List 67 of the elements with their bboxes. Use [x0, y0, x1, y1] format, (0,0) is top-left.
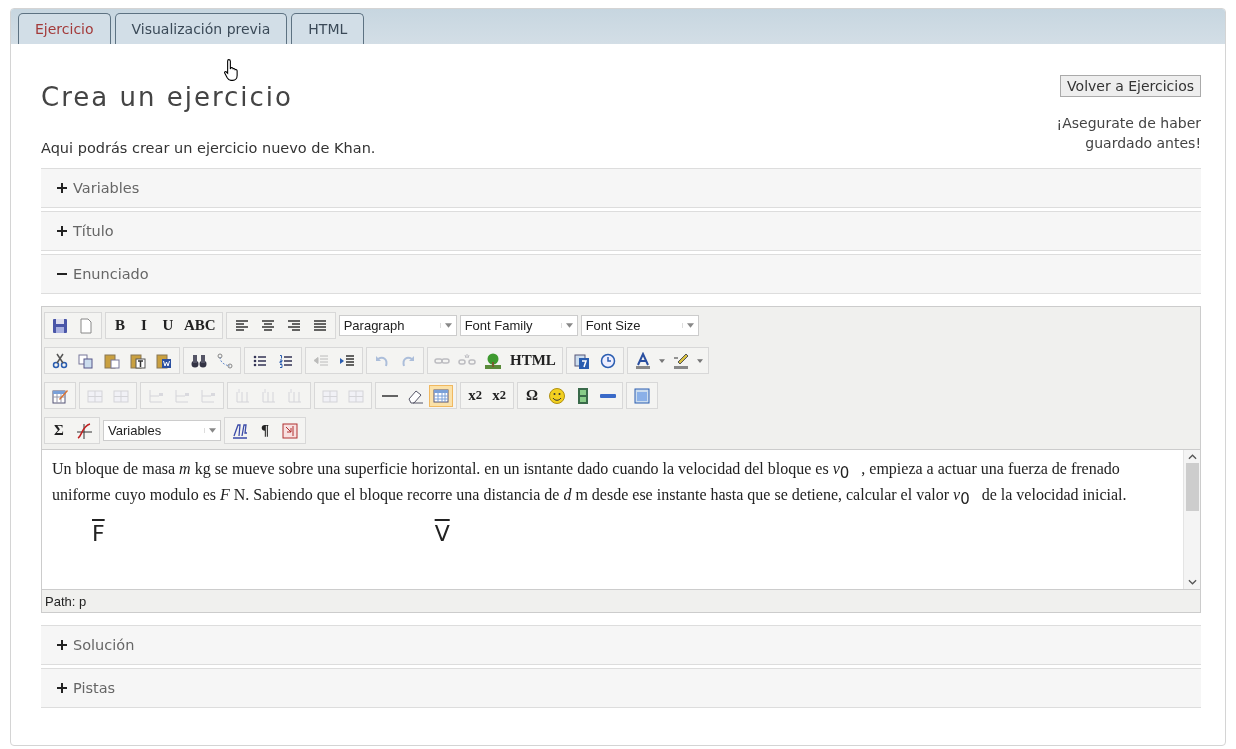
table-icon — [432, 386, 450, 405]
scrollbar[interactable] — [1183, 450, 1200, 589]
section-header[interactable]: Variables — [41, 168, 1201, 208]
scissors-icon — [51, 351, 69, 370]
tab[interactable]: Ejercicio — [18, 13, 111, 44]
plus-icon — [57, 683, 67, 693]
clipboard-icon — [129, 351, 147, 370]
table-columns-icon — [286, 386, 304, 405]
section-header[interactable]: Solución — [41, 625, 1201, 665]
table-columns-icon — [234, 386, 252, 405]
horizontal-line-icon — [382, 394, 398, 397]
tree-icon — [484, 351, 502, 370]
toolbar-button[interactable]: B — [109, 314, 131, 337]
highlighter-icon — [671, 351, 690, 370]
plus-icon — [57, 226, 67, 236]
clock-icon — [598, 351, 617, 370]
text-color-icon — [633, 351, 652, 370]
tab[interactable]: HTML — [291, 13, 365, 44]
calendar-icon — [572, 351, 591, 370]
dropdown[interactable]: Font Family — [459, 315, 578, 336]
toolbar-button[interactable]: Σ — [48, 419, 70, 442]
section-label: Solución — [73, 637, 135, 653]
clipboard-icon — [155, 351, 173, 370]
caret-icon — [560, 323, 573, 328]
toolbar-button[interactable]: I — [133, 314, 155, 337]
reminder-text: ¡Asegurate de haber guardado antes! — [1055, 114, 1201, 153]
smiley-icon — [548, 386, 566, 405]
back-button[interactable]: Volver a Ejercicios — [1060, 75, 1201, 97]
chain-link-icon — [434, 357, 450, 364]
caret-icon — [681, 323, 694, 328]
section-label: Título — [73, 223, 114, 239]
toolbar-button[interactable]: HTML — [507, 349, 559, 372]
section-header[interactable]: Enunciado — [41, 254, 1201, 294]
window-icon — [633, 386, 651, 405]
toolbar-button[interactable]: ¶ — [254, 419, 276, 442]
editor-area[interactable] — [42, 449, 1200, 589]
section-header[interactable]: Título — [41, 211, 1201, 251]
plus-icon — [57, 640, 67, 650]
vector-symbol: F — [92, 522, 105, 547]
plus-icon — [57, 183, 67, 193]
description-text: Aqui podrás crear un ejercicio nuevo de Khan. — [41, 140, 376, 156]
caret-icon — [439, 323, 452, 328]
section-label: Enunciado — [73, 266, 149, 282]
caret-icon — [204, 428, 216, 433]
vector-symbol: V — [434, 522, 450, 547]
document-icon — [77, 316, 95, 335]
caret-icon[interactable] — [658, 358, 665, 363]
dropdown[interactable]: Paragraph — [338, 315, 457, 336]
toolbar-button[interactable]: U — [157, 314, 179, 337]
hand-cursor-icon — [223, 58, 241, 82]
table-columns-icon — [260, 386, 278, 405]
section-label: Variables — [73, 180, 140, 196]
dropdown[interactable]: Variables — [103, 420, 221, 441]
graph-icon — [75, 421, 93, 440]
dropdown[interactable]: Font Size — [580, 315, 699, 336]
page-title: Crea un ejercicio — [41, 82, 294, 112]
clipboard-icon — [103, 351, 121, 370]
toolbar-button[interactable]: Ω — [521, 384, 543, 407]
scrollbar-thumb[interactable] — [1185, 463, 1199, 511]
element-path: Path: p — [45, 593, 87, 609]
section-label: Pistas — [73, 680, 116, 696]
tab[interactable]: Visualización previa — [114, 13, 288, 44]
toolbar-button[interactable]: ABC — [181, 314, 219, 337]
caret-icon[interactable] — [696, 358, 703, 363]
copy-icon — [77, 351, 95, 370]
section-header[interactable]: Pistas — [41, 668, 1201, 708]
bar-icon — [600, 393, 616, 398]
